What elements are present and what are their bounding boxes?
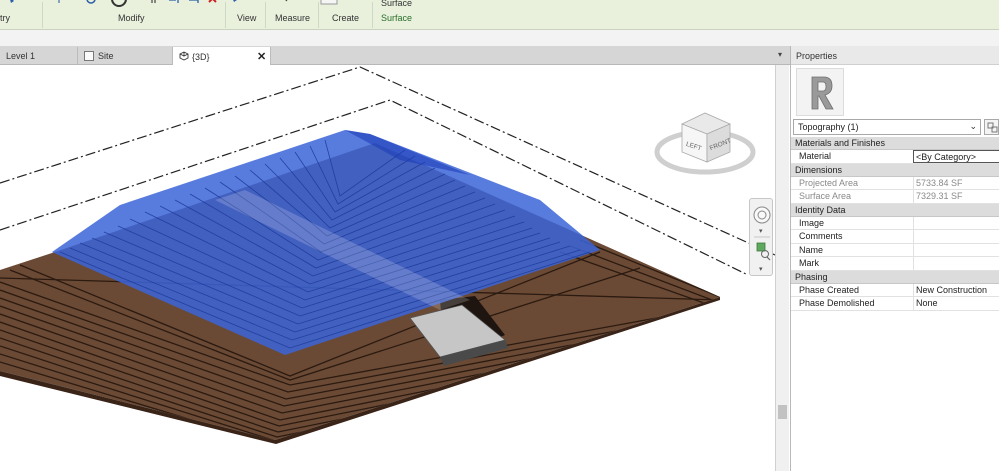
ribbon-create-label: Create (332, 13, 360, 23)
property-key: Comments (799, 231, 843, 241)
property-key: Mark (799, 258, 819, 268)
type-selector-value: Topography (1) (798, 122, 859, 132)
scrollbar-thumb[interactable] (778, 405, 787, 419)
ribbon-divider (265, 2, 266, 28)
create-tools-icon[interactable] (320, 0, 360, 8)
close-tab-icon[interactable]: ✕ (257, 50, 266, 63)
tab-label: {3D} (192, 52, 210, 62)
ribbon-gap (0, 30, 999, 46)
tab-3d[interactable]: {3D} ✕ (173, 47, 271, 66)
property-row-mark[interactable]: Mark (791, 257, 999, 271)
property-row-comments[interactable]: Comments (791, 230, 999, 244)
split-tool-icon[interactable] (168, 0, 182, 8)
properties-title: Properties (791, 46, 999, 65)
tab-label: Site (98, 51, 114, 61)
property-value[interactable] (913, 216, 999, 230)
align-tool-icon[interactable] (150, 0, 164, 8)
property-key: Image (799, 217, 825, 228)
property-key: Phase Demolished (799, 298, 875, 308)
3d-view-icon (179, 51, 189, 61)
delete-icon[interactable] (207, 0, 221, 8)
property-value[interactable]: None (913, 297, 999, 310)
ribbon-divider (372, 2, 373, 28)
tab-site[interactable]: Site (78, 47, 173, 65)
property-value[interactable]: New Construction (913, 283, 999, 297)
property-row-name[interactable]: Name (791, 243, 999, 257)
group-materials-and-finishes[interactable]: Materials and Finishes (791, 137, 999, 150)
zoom-menu-icon[interactable]: ▾ (759, 266, 763, 273)
tab-label: Level 1 (6, 51, 36, 61)
property-row-projected-area: Projected Area 5733.84 SF (791, 176, 999, 190)
ribbon-modify-label: Modify (118, 13, 145, 23)
edit-type-button[interactable] (984, 119, 999, 135)
property-row-material[interactable]: Material <By Category> (791, 150, 999, 164)
edit-type-icon (987, 122, 998, 133)
trim-tool-icon[interactable] (188, 0, 202, 8)
ribbon-divider (318, 2, 319, 28)
plan-view-icon (84, 51, 94, 61)
steering-wheel-icon[interactable] (753, 206, 771, 224)
zoom-region-icon[interactable] (756, 242, 771, 261)
property-row-image[interactable]: Image (791, 216, 999, 230)
ribbon: try Modify View Measure Create Surface S… (0, 0, 999, 30)
property-value: 5733.84 SF (913, 176, 999, 190)
chevron-down-icon[interactable]: ⌄ (969, 121, 977, 132)
ribbon-surface-top[interactable]: Surface (381, 0, 412, 8)
pin-icon[interactable] (228, 0, 242, 8)
viewport-scrollbar[interactable] (775, 65, 789, 471)
topography-scene[interactable]: LEFT FRONT (0, 65, 775, 471)
property-value[interactable] (913, 243, 999, 257)
properties-table: Materials and Finishes Material <By Cate… (791, 137, 999, 311)
offset-tool-icon[interactable] (110, 0, 128, 10)
group-phasing[interactable]: Phasing (791, 270, 999, 284)
type-image-icon (796, 68, 844, 116)
ribbon-measure-label: Measure (275, 13, 311, 23)
revit-window: try Modify View Measure Create Surface S… (0, 0, 999, 471)
ribbon-surface-label: Surface (381, 13, 413, 23)
ribbon-geometry-label: try (0, 13, 10, 23)
ribbon-view-label: View (237, 13, 257, 23)
property-value[interactable] (913, 257, 999, 270)
wheel-menu-icon[interactable]: ▾ (759, 228, 763, 235)
tab-overflow-icon[interactable]: ▾ (778, 50, 782, 59)
property-key: Phase Created (799, 284, 860, 295)
property-row-surface-area: Surface Area 7329.31 SF (791, 190, 999, 204)
property-key: Material (799, 151, 832, 161)
property-key: Surface Area (799, 191, 852, 201)
3d-viewport[interactable]: LEFT FRONT ▾ ▾ (0, 65, 775, 471)
property-row-phase-created[interactable]: Phase Created New Construction (791, 283, 999, 297)
properties-palette: Properties Topography (1) ⌄ Materials an… (790, 46, 999, 471)
navigation-bar: ▾ ▾ (749, 198, 773, 276)
group-identity-data[interactable]: Identity Data (791, 203, 999, 217)
geometry-tool-icon[interactable] (6, 0, 20, 8)
move-tool-icon[interactable] (52, 0, 66, 8)
property-value[interactable]: <By Category> (913, 150, 999, 163)
property-row-phase-demolished[interactable]: Phase Demolished None (791, 297, 999, 311)
property-key: Projected Area (799, 177, 859, 188)
type-selector[interactable]: Topography (1) ⌄ (793, 119, 981, 135)
tab-level-1[interactable]: Level 1 (0, 47, 78, 65)
property-value[interactable] (913, 230, 999, 243)
measure-tool-icon[interactable] (279, 0, 293, 8)
group-dimensions[interactable]: Dimensions (791, 163, 999, 177)
property-key: Name (799, 244, 824, 255)
view-tabbar: Level 1 Site {3D} ✕ ▾ (0, 46, 790, 66)
viewcube[interactable]: LEFT FRONT (654, 112, 756, 175)
property-value: 7329.31 SF (913, 190, 999, 203)
ribbon-divider (42, 2, 43, 28)
rotate-tool-icon[interactable] (84, 0, 98, 8)
ribbon-divider (225, 2, 226, 28)
